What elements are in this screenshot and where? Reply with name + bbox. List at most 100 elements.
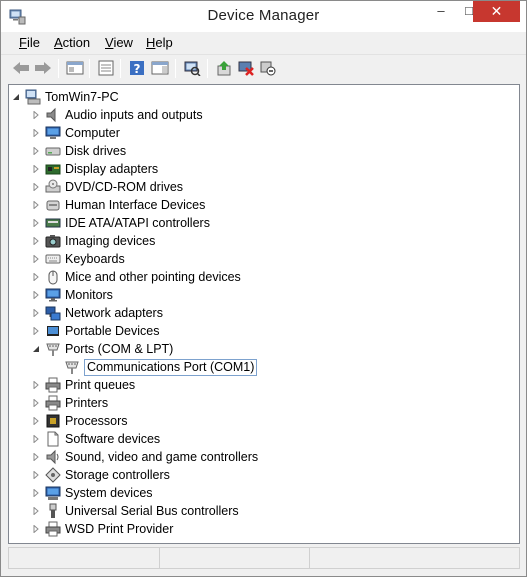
tree-category[interactable]: Computer <box>31 124 120 142</box>
menu-help[interactable]: Help <box>145 35 174 50</box>
expand-arrow-icon[interactable] <box>31 142 41 160</box>
expand-arrow-icon[interactable] <box>31 376 41 394</box>
tree-item-label: Human Interface Devices <box>65 198 206 212</box>
update-driver-icon[interactable] <box>213 58 235 78</box>
network-adapter-icon <box>45 305 61 321</box>
tree-category[interactable]: Processors <box>31 412 128 430</box>
tree-item-label: Software devices <box>65 432 161 446</box>
root-computer-icon <box>25 89 41 105</box>
expand-arrow-icon[interactable] <box>31 304 41 322</box>
software-device-icon <box>45 431 61 447</box>
expand-arrow-icon[interactable] <box>31 268 41 286</box>
tree-category[interactable]: Mice and other pointing devices <box>31 268 241 286</box>
expand-arrow-icon[interactable] <box>31 430 41 448</box>
tree-item-label: Computer <box>65 126 120 140</box>
expand-arrow-icon[interactable] <box>31 214 41 232</box>
expand-arrow-icon[interactable] <box>31 322 41 340</box>
expand-arrow-icon[interactable] <box>31 394 41 412</box>
expand-arrow-icon[interactable] <box>31 466 41 484</box>
tree-root[interactable]: TomWin7-PC <box>11 88 119 106</box>
expand-arrow-icon[interactable] <box>31 448 41 466</box>
printer-icon <box>45 521 61 537</box>
expand-arrow-icon[interactable] <box>31 412 41 430</box>
tree-category[interactable]: IDE ATA/ATAPI controllers <box>31 214 210 232</box>
tree-item-label: Keyboards <box>65 252 125 266</box>
portable-device-icon <box>45 323 61 339</box>
show-hide-console-tree-icon[interactable] <box>64 58 86 78</box>
tree-category[interactable]: Human Interface Devices <box>31 196 205 214</box>
tree-category[interactable]: Imaging devices <box>31 232 155 250</box>
hid-icon <box>45 197 61 213</box>
expand-arrow-icon[interactable] <box>31 106 41 124</box>
tree-category[interactable]: Universal Serial Bus controllers <box>31 502 239 520</box>
tree-category[interactable]: Audio inputs and outputs <box>31 106 203 124</box>
tree-category[interactable]: Monitors <box>31 286 113 304</box>
storage-controller-icon <box>45 467 61 483</box>
tree-device[interactable]: Communications Port (COM1) <box>50 358 258 376</box>
disk-drive-icon <box>45 143 61 159</box>
system-device-icon <box>45 485 61 501</box>
forward-icon[interactable] <box>32 58 54 78</box>
tree-category[interactable]: Disk drives <box>31 142 126 160</box>
port-icon <box>64 359 80 375</box>
tree-item-label: WSD Print Provider <box>65 522 174 536</box>
tree-item-label: Print queues <box>65 378 136 392</box>
monitor-icon <box>45 287 61 303</box>
close-button[interactable]: ✕ <box>473 1 520 22</box>
menu-file-label: ile <box>26 35 40 50</box>
properties-icon[interactable] <box>95 58 117 78</box>
back-icon[interactable] <box>10 58 32 78</box>
disable-device-icon[interactable] <box>257 58 279 78</box>
scan-hardware-icon[interactable] <box>181 58 203 78</box>
expand-arrow-icon[interactable] <box>31 178 41 196</box>
expand-arrow-icon[interactable] <box>31 484 41 502</box>
menu-view[interactable]: View <box>104 35 134 50</box>
menu-help-accel: H <box>146 35 156 50</box>
tree-category[interactable]: DVD/CD-ROM drives <box>31 178 183 196</box>
expand-arrow-icon[interactable] <box>31 502 41 520</box>
toolbar-separator <box>58 59 59 78</box>
tree-item-label: Universal Serial Bus controllers <box>65 504 239 518</box>
tree-category[interactable]: Print queues <box>31 376 135 394</box>
tree-item-label: Disk drives <box>65 144 127 158</box>
status-divider <box>159 548 160 568</box>
tree-category[interactable]: Portable Devices <box>31 322 160 340</box>
title-bar[interactable]: Device Manager – □ ✕ <box>1 1 526 32</box>
uninstall-icon[interactable] <box>235 58 257 78</box>
tree-category[interactable]: Sound, video and game controllers <box>31 448 258 466</box>
menu-action[interactable]: Action <box>53 35 91 50</box>
tree-category[interactable]: Network adapters <box>31 304 163 322</box>
tree-item-label: Sound, video and game controllers <box>65 450 259 464</box>
tree-item-label: Ports (COM & LPT) <box>65 342 174 356</box>
device-tree[interactable]: TomWin7-PC Audio inputs and outputs Comput… <box>8 84 520 544</box>
expand-arrow-icon[interactable] <box>31 196 41 214</box>
expand-arrow-icon[interactable] <box>31 250 41 268</box>
expand-arrow-icon[interactable] <box>31 160 41 178</box>
printer-icon <box>45 377 61 393</box>
expand-arrow-icon[interactable] <box>31 286 41 304</box>
menu-bar: File Action View Help <box>1 32 526 53</box>
tree-category[interactable]: Software devices <box>31 430 160 448</box>
minimize-button[interactable]: – <box>427 1 455 22</box>
tree-category[interactable]: Ports (COM & LPT) <box>31 340 173 358</box>
action-pane-icon[interactable] <box>149 58 171 78</box>
expand-arrow-icon[interactable] <box>31 520 41 538</box>
tree-category[interactable]: WSD Print Provider <box>31 520 173 538</box>
tree-category[interactable]: Keyboards <box>31 250 125 268</box>
tree-item-label: DVD/CD-ROM drives <box>65 180 184 194</box>
tree-category[interactable]: Display adapters <box>31 160 158 178</box>
menu-help-label: elp <box>155 35 173 50</box>
help-icon[interactable]: ? <box>126 58 148 78</box>
collapse-arrow-icon[interactable] <box>11 88 21 106</box>
expand-arrow-icon[interactable] <box>31 232 41 250</box>
tree-item-label: Audio inputs and outputs <box>65 108 203 122</box>
menu-action-accel: A <box>54 35 63 50</box>
tree-category[interactable]: Storage controllers <box>31 466 170 484</box>
usb-icon <box>45 503 61 519</box>
tree-category[interactable]: System devices <box>31 484 153 502</box>
menu-file[interactable]: File <box>18 35 41 50</box>
tree-category[interactable]: Printers <box>31 394 108 412</box>
collapse-arrow-icon[interactable] <box>31 340 41 358</box>
expand-arrow-icon[interactable] <box>31 124 41 142</box>
